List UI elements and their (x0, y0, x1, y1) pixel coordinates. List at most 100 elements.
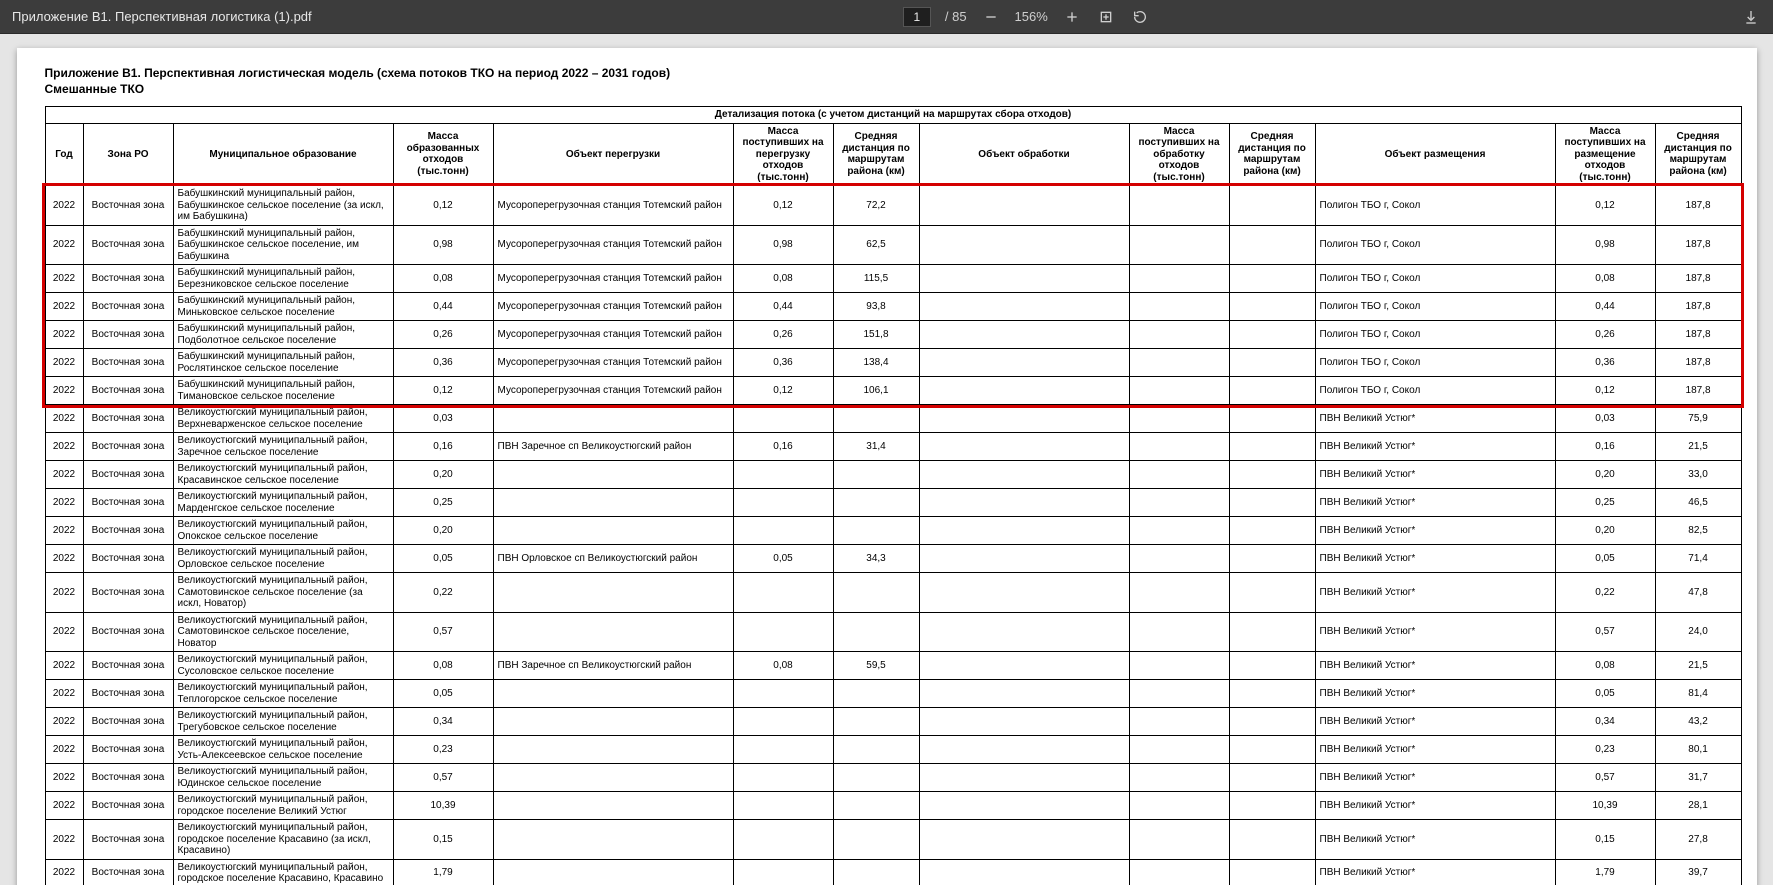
cell-dist_trans (833, 612, 919, 652)
page-current-input[interactable]: 1 (903, 7, 931, 27)
cell-dist_place: 187,8 (1655, 186, 1741, 226)
cell-dist_place: 28,1 (1655, 792, 1741, 820)
table-row: 2022Восточная зонаБабушкинский муниципал… (45, 349, 1741, 377)
cell-mo: Бабушкинский муниципальный район, Подбол… (173, 321, 393, 349)
cell-mass_place: 0,16 (1555, 433, 1655, 461)
cell-dist_proc (1229, 708, 1315, 736)
cell-year: 2022 (45, 461, 83, 489)
cell-proc (919, 349, 1129, 377)
table-row: 2022Восточная зонаВеликоустюгский муници… (45, 405, 1741, 433)
cell-mass_form: 0,57 (393, 612, 493, 652)
cell-proc (919, 792, 1129, 820)
cell-zone: Восточная зона (83, 349, 173, 377)
cell-mo: Великоустюгский муниципальный район, гор… (173, 859, 393, 885)
cell-dist_place: 75,9 (1655, 405, 1741, 433)
table-row: 2022Восточная зонаБабушкинский муниципал… (45, 293, 1741, 321)
cell-mass_trans: 0,08 (733, 265, 833, 293)
table-row: 2022Восточная зонаВеликоустюгский муници… (45, 859, 1741, 885)
table-row: 2022Восточная зонаВеликоустюгский муници… (45, 652, 1741, 680)
cell-mass_proc (1129, 652, 1229, 680)
cell-dist_place: 33,0 (1655, 461, 1741, 489)
cell-mass_proc (1129, 859, 1229, 885)
cell-dist_proc (1229, 792, 1315, 820)
cell-year: 2022 (45, 736, 83, 764)
cell-mass_trans: 0,26 (733, 321, 833, 349)
table-row: 2022Восточная зонаВеликоустюгский муници… (45, 433, 1741, 461)
cell-mass_place: 0,12 (1555, 186, 1655, 226)
cell-transfer (493, 708, 733, 736)
table-row: 2022Восточная зонаБабушкинский муниципал… (45, 377, 1741, 405)
cell-mo: Великоустюгский муниципальный район, Юди… (173, 764, 393, 792)
cell-year: 2022 (45, 489, 83, 517)
cell-mass_proc (1129, 736, 1229, 764)
col-header: Объект размещения (1315, 123, 1555, 186)
cell-proc (919, 405, 1129, 433)
cell-mass_form: 0,12 (393, 186, 493, 226)
zoom-out-button[interactable] (981, 7, 1001, 27)
cell-mass_place: 0,15 (1555, 820, 1655, 860)
cell-mass_form: 0,44 (393, 293, 493, 321)
cell-proc (919, 820, 1129, 860)
cell-zone: Восточная зона (83, 708, 173, 736)
col-header: Средняя дистанция по маршрутам района (к… (1229, 123, 1315, 186)
cell-transfer: Мусороперегрузочная станция Тотемский ра… (493, 293, 733, 321)
table-row: 2022Восточная зонаВеликоустюгский муници… (45, 764, 1741, 792)
cell-mo: Великоустюгский муниципальный район, Вер… (173, 405, 393, 433)
cell-mass_trans: 0,36 (733, 349, 833, 377)
cell-mo: Бабушкинский муниципальный район, Рослят… (173, 349, 393, 377)
cell-zone: Восточная зона (83, 186, 173, 226)
table-row: 2022Восточная зонаБабушкинский муниципал… (45, 186, 1741, 226)
cell-dist_proc (1229, 764, 1315, 792)
zoom-in-button[interactable] (1062, 7, 1082, 27)
cell-mass_trans (733, 680, 833, 708)
cell-mass_form: 0,25 (393, 489, 493, 517)
cell-placement: Полигон ТБО г, Сокол (1315, 225, 1555, 265)
cell-mass_place: 1,79 (1555, 859, 1655, 885)
cell-dist_proc (1229, 321, 1315, 349)
cell-zone: Восточная зона (83, 612, 173, 652)
cell-dist_place: 187,8 (1655, 265, 1741, 293)
cell-proc (919, 225, 1129, 265)
table-header-row: ГодЗона РОМуниципальное образованиеМасса… (45, 123, 1741, 186)
cell-zone: Восточная зона (83, 321, 173, 349)
col-header: Год (45, 123, 83, 186)
cell-mass_proc (1129, 461, 1229, 489)
cell-mass_place: 0,05 (1555, 545, 1655, 573)
col-header: Объект обработки (919, 123, 1129, 186)
cell-year: 2022 (45, 349, 83, 377)
cell-dist_trans (833, 680, 919, 708)
cell-mo: Великоустюгский муниципальный район, Сам… (173, 612, 393, 652)
rotate-button[interactable] (1130, 7, 1150, 27)
cell-year: 2022 (45, 377, 83, 405)
pdf-viewport[interactable]: Приложение В1. Перспективная логистическ… (0, 34, 1773, 885)
cell-mass_proc (1129, 708, 1229, 736)
cell-placement: ПВН Великий Устюг* (1315, 652, 1555, 680)
cell-dist_proc (1229, 405, 1315, 433)
cell-mass_form: 0,05 (393, 545, 493, 573)
cell-mass_place: 0,57 (1555, 612, 1655, 652)
cell-year: 2022 (45, 321, 83, 349)
table-row: 2022Восточная зонаВеликоустюгский муници… (45, 573, 1741, 613)
cell-mass_trans: 0,16 (733, 433, 833, 461)
cell-dist_trans: 106,1 (833, 377, 919, 405)
cell-mass_trans (733, 736, 833, 764)
fit-page-button[interactable] (1096, 7, 1116, 27)
cell-dist_proc (1229, 736, 1315, 764)
cell-placement: Полигон ТБО г, Сокол (1315, 186, 1555, 226)
cell-mass_place: 10,39 (1555, 792, 1655, 820)
cell-proc (919, 517, 1129, 545)
cell-dist_proc (1229, 820, 1315, 860)
cell-zone: Восточная зона (83, 433, 173, 461)
cell-year: 2022 (45, 792, 83, 820)
cell-dist_trans (833, 573, 919, 613)
cell-mass_form: 0,08 (393, 652, 493, 680)
cell-dist_trans: 34,3 (833, 545, 919, 573)
cell-mass_proc (1129, 680, 1229, 708)
table-caption: Детализация потока (с учетом дистанций н… (45, 107, 1741, 124)
cell-proc (919, 293, 1129, 321)
cell-zone: Восточная зона (83, 517, 173, 545)
cell-zone: Восточная зона (83, 680, 173, 708)
cell-dist_proc (1229, 680, 1315, 708)
cell-mass_trans (733, 489, 833, 517)
download-button[interactable] (1741, 7, 1761, 27)
